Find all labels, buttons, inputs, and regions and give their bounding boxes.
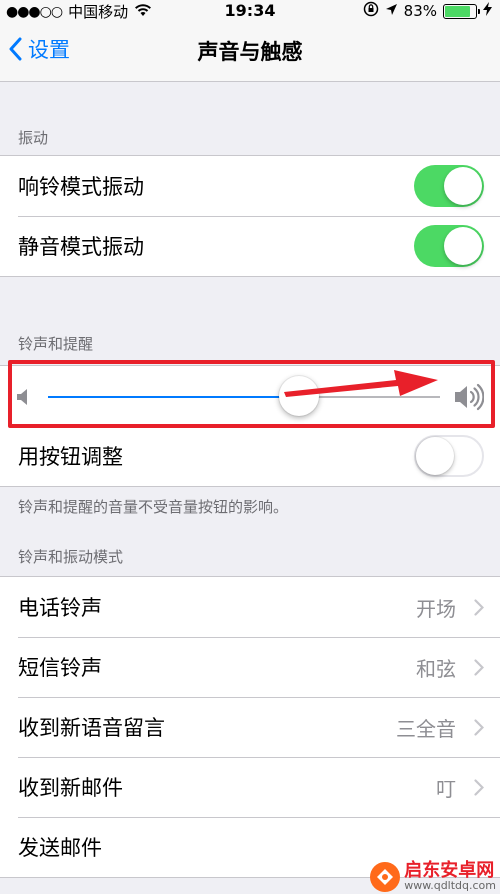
section-header-patterns: 铃声和振动模式 — [18, 548, 124, 566]
row-label: 短信铃声 — [18, 656, 102, 680]
row-label: 静音模式振动 — [18, 235, 144, 259]
settings-row-ringtone[interactable]: 电话铃声 开场 — [0, 577, 500, 637]
settings-row-new-mail[interactable]: 收到新邮件 叮 — [0, 757, 500, 817]
toggle-knob — [444, 227, 482, 265]
watermark-logo-icon — [370, 861, 401, 892]
watermark-url: www.qdltdq.com — [404, 879, 496, 893]
ringer-volume-slider[interactable] — [0, 366, 500, 426]
row-label: 响铃模式振动 — [18, 175, 144, 199]
row-label: 用按钮调整 — [18, 445, 123, 469]
location-icon — [385, 2, 398, 20]
section-header-vibration: 振动 — [18, 129, 49, 147]
section-header-ringer: 铃声和提醒 — [18, 335, 94, 353]
battery-icon — [443, 3, 480, 19]
ringer-group: 用按钮调整 — [0, 365, 500, 487]
row-label: 发送邮件 — [18, 836, 102, 860]
chevron-right-icon — [474, 599, 484, 616]
status-bar: ●●●○○ 中国移动 19:34 83% — [0, 0, 500, 21]
row-label: 电话铃声 — [18, 596, 102, 620]
row-value: 和弦 — [416, 656, 456, 681]
settings-row-silent-vibrate: 静音模式振动 — [0, 216, 500, 276]
toggle-knob — [444, 167, 482, 205]
watermark-text: 启东安卓网 www.qdltdq.com — [404, 859, 496, 893]
status-right: 83% — [363, 1, 492, 21]
chevron-right-icon — [474, 779, 484, 796]
silent-vibrate-toggle[interactable] — [414, 225, 484, 267]
row-value: 开场 — [416, 596, 456, 621]
page-title: 声音与触感 — [197, 40, 303, 64]
toggle-knob — [416, 437, 454, 475]
row-value: 三全音 — [396, 716, 456, 741]
row-label: 收到新邮件 — [18, 776, 123, 800]
orientation-lock-icon — [363, 1, 379, 21]
chevron-right-icon — [474, 719, 484, 736]
ring-vibrate-toggle[interactable] — [414, 165, 484, 207]
settings-row-change-with-buttons: 用按钮调整 — [0, 426, 500, 486]
row-label: 收到新语音留言 — [18, 716, 165, 740]
battery-percent: 83% — [403, 2, 437, 20]
speaker-low-icon — [16, 388, 32, 410]
vibration-group: 响铃模式振动 静音模式振动 — [0, 155, 500, 277]
patterns-group: 电话铃声 开场 短信铃声 和弦 收到新语音留言 三全音 收到新邮件 叮 发送邮件 — [0, 576, 500, 878]
slider-track[interactable] — [48, 396, 440, 398]
slider-fill — [48, 396, 299, 398]
ringer-footer-note: 铃声和提醒的音量不受音量按钮的影响。 — [18, 498, 289, 516]
settings-row-ring-vibrate: 响铃模式振动 — [0, 156, 500, 216]
row-value: 叮 — [436, 776, 456, 801]
watermark-name: 启东安卓网 — [404, 859, 495, 881]
charging-icon — [483, 2, 492, 20]
chevron-right-icon — [474, 659, 484, 676]
slider-thumb[interactable] — [278, 376, 319, 416]
speaker-high-icon — [454, 383, 485, 415]
change-with-buttons-toggle[interactable] — [414, 435, 484, 477]
navigation-bar: 设置 声音与触感 — [0, 20, 500, 82]
battery-fill — [445, 5, 470, 17]
settings-row-text-tone[interactable]: 短信铃声 和弦 — [0, 637, 500, 697]
settings-row-new-voicemail[interactable]: 收到新语音留言 三全音 — [0, 697, 500, 757]
watermark: 启东安卓网 www.qdltdq.com — [370, 859, 496, 893]
